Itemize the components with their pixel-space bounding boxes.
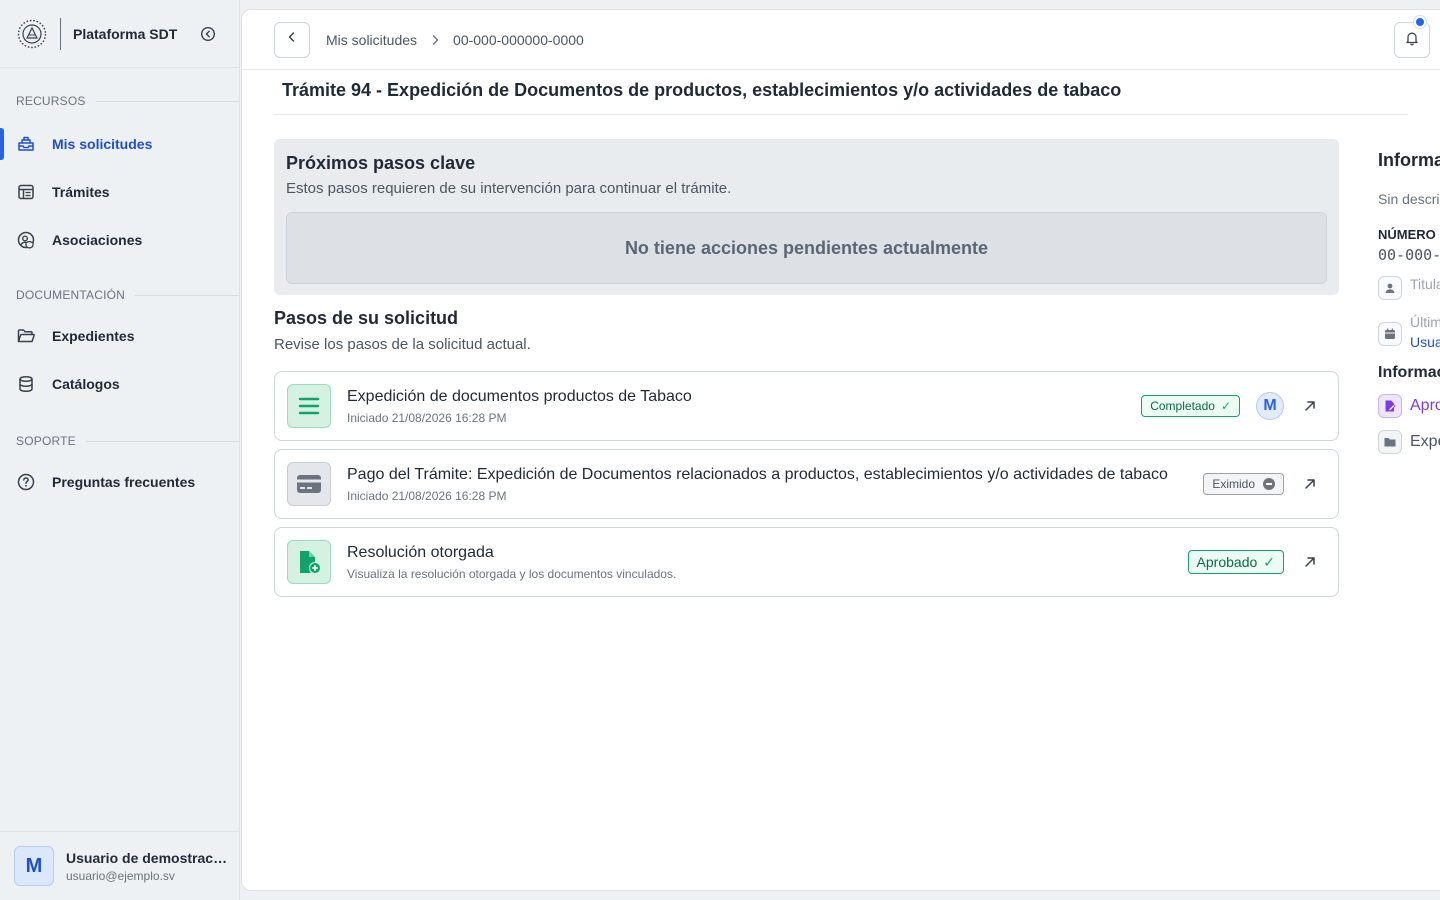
- approved-doc-label: Apro: [1410, 397, 1440, 414]
- database-icon: [16, 374, 36, 394]
- coat-of-arms-logo: [16, 18, 48, 50]
- minus-circle-icon: [1263, 478, 1275, 490]
- info-title: Informa: [1378, 150, 1440, 170]
- last-update-label: Últim: [1410, 314, 1440, 330]
- question-circle-icon: [16, 472, 36, 492]
- request-number-label: NÚMERO: [1378, 227, 1436, 242]
- folder-open-icon: [16, 326, 36, 346]
- step-title: Resolución otorgada: [347, 543, 494, 561]
- notifications-button[interactable]: [1394, 22, 1430, 58]
- breadcrumb-current: 00-000-000000-0000: [453, 31, 584, 48]
- table-icon: [16, 182, 36, 202]
- sidebar-item-label: Asociaciones: [52, 232, 143, 248]
- user-icon: [1378, 276, 1402, 300]
- brand-name: Plataforma SDT: [73, 25, 178, 42]
- sidebar-item-expedientes[interactable]: Expedientes: [0, 316, 239, 356]
- expediente-link[interactable]: Expe: [1378, 430, 1440, 454]
- step-title: Pago del Trámite: Expedición de Document…: [347, 465, 1168, 483]
- step-description: Visualiza la resolución otorgada y los d…: [347, 566, 677, 581]
- sidebar-item-catalogos[interactable]: Catálogos: [0, 364, 239, 404]
- step-title: Expedición de documentos productos de Ta…: [347, 387, 692, 405]
- calendar-icon: [1378, 322, 1402, 346]
- section-title-recursos: RECURSOS: [0, 92, 239, 110]
- user-profile[interactable]: M Usuario de demostración usuario@ejempl…: [0, 831, 240, 900]
- open-arrow-icon[interactable]: [1300, 552, 1320, 572]
- sidebar-item-preguntas-frecuentes[interactable]: Preguntas frecuentes: [0, 462, 239, 502]
- avatar: M: [1256, 392, 1284, 420]
- sidebar-item-label: Mis solicitudes: [52, 136, 153, 152]
- page-title: Trámite 94 - Expedición de Documentos de…: [282, 80, 1122, 100]
- sidebar-item-label: Expedientes: [52, 328, 135, 344]
- section-title-documentacion: DOCUMENTACIÓN: [0, 286, 239, 304]
- user-shield-icon: [16, 230, 36, 250]
- last-update-user-link[interactable]: Usua: [1410, 334, 1440, 350]
- approved-doc-link[interactable]: Apro: [1378, 394, 1440, 418]
- sidebar-item-label: Preguntas frecuentes: [52, 474, 196, 490]
- section-title-soporte: SOPORTE: [0, 432, 239, 450]
- brand-divider: [60, 17, 61, 50]
- sidebar-item-mis-solicitudes[interactable]: Mis solicitudes: [0, 124, 239, 164]
- expediente-label: Expe: [1410, 433, 1440, 450]
- next-steps-card: Próximos pasos clave Estos pasos requier…: [274, 139, 1339, 295]
- avatar: M: [14, 846, 54, 886]
- user-name: Usuario de demostración: [66, 849, 230, 866]
- info-panel: Informa Sin descri NÚMERO 00-000- Titula…: [1378, 150, 1440, 454]
- sidebar: Plataforma SDT RECURSOS Mis solicitudes …: [0, 0, 240, 900]
- chevron-left-icon: [285, 30, 299, 49]
- back-button[interactable]: [274, 21, 310, 58]
- check-icon: ✓: [1220, 399, 1231, 413]
- request-number-value: 00-000-: [1378, 246, 1440, 264]
- step-card[interactable]: Expedición de documentos productos de Ta…: [274, 371, 1339, 441]
- bell-icon: [1404, 30, 1420, 51]
- chevron-right-icon: [429, 34, 441, 46]
- status-badge: Aprobado ✓: [1187, 550, 1284, 574]
- document-edit-icon: [1378, 394, 1402, 418]
- open-arrow-icon[interactable]: [1300, 474, 1320, 494]
- list-icon: [287, 384, 331, 428]
- sidebar-item-label: Catálogos: [52, 376, 120, 392]
- holder-row: Titula: [1378, 276, 1440, 300]
- info-subtitle: Informac: [1378, 364, 1440, 381]
- top-bar: Mis solicitudes 00-000-000000-0000: [242, 10, 1440, 70]
- sidebar-item-asociaciones[interactable]: Asociaciones: [0, 220, 239, 260]
- next-steps-subtitle: Estos pasos requieren de su intervención…: [286, 180, 732, 197]
- open-arrow-icon[interactable]: [1300, 396, 1320, 416]
- steps-header: Pasos de su solicitud Revise los pasos d…: [274, 308, 531, 353]
- main-panel: Mis solicitudes 00-000-000000-0000 Trámi…: [241, 9, 1440, 891]
- status-badge: Eximido: [1203, 473, 1284, 495]
- step-date: Iniciado 21/08/2026 16:28 PM: [347, 410, 507, 425]
- credit-card-icon: [287, 462, 331, 506]
- steps-subtitle: Revise los pasos de la solicitud actual.: [274, 336, 531, 353]
- status-badge: Completado ✓: [1141, 395, 1240, 417]
- collapse-sidebar-icon[interactable]: [199, 25, 217, 43]
- step-card[interactable]: Resolución otorgada Visualiza la resoluc…: [274, 527, 1339, 597]
- sidebar-item-label: Trámites: [52, 184, 110, 200]
- last-update-row: Últim Usua: [1378, 314, 1440, 350]
- document-add-icon: [287, 540, 331, 584]
- steps-title: Pasos de su solicitud: [274, 308, 459, 328]
- step-date: Iniciado 21/08/2026 16:28 PM: [347, 488, 507, 503]
- inbox-stack-icon: [16, 134, 36, 154]
- brand-header: Plataforma SDT: [0, 0, 239, 68]
- user-email: usuario@ejemplo.sv: [66, 868, 175, 883]
- breadcrumb-parent-link[interactable]: Mis solicitudes: [326, 32, 417, 48]
- no-pending-actions: No tiene acciones pendientes actualmente: [286, 212, 1327, 284]
- next-steps-title: Próximos pasos clave: [286, 153, 476, 173]
- info-description: Sin descri: [1378, 191, 1440, 207]
- folder-icon: [1378, 430, 1402, 454]
- sidebar-item-tramites[interactable]: Trámites: [0, 172, 239, 212]
- holder-label: Titula: [1410, 276, 1440, 292]
- step-card[interactable]: Pago del Trámite: Expedición de Document…: [274, 449, 1339, 519]
- notification-dot: [1414, 16, 1426, 28]
- title-divider: [274, 114, 1408, 115]
- check-icon: ✓: [1263, 553, 1275, 570]
